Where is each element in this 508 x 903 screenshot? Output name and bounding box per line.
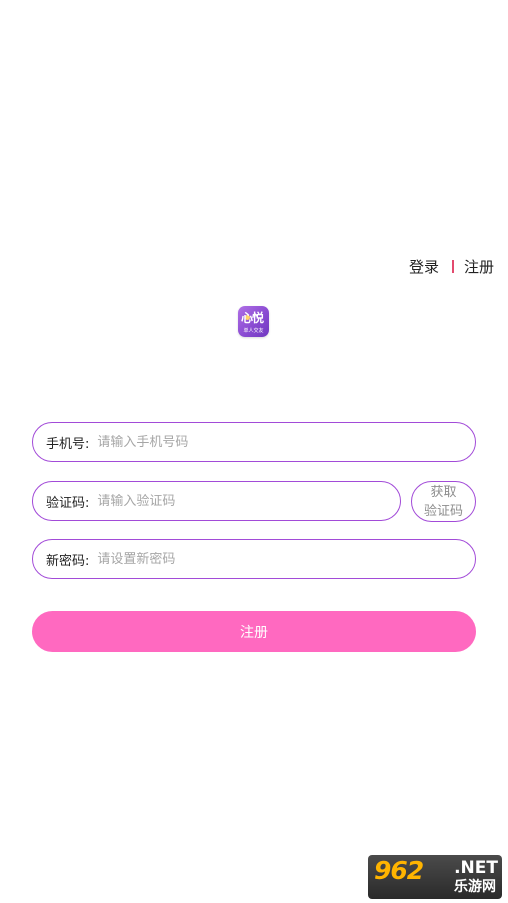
top-nav: 登录 注册 — [409, 256, 494, 277]
register-button[interactable]: 注册 — [32, 611, 476, 652]
site-watermark: 962 .NET 乐游网 — [368, 855, 502, 899]
logo-subtitle: 单人交友 — [243, 328, 264, 334]
get-code-button[interactable]: 获取 验证码 — [411, 481, 476, 522]
watermark-site-name: 乐游网 — [454, 879, 496, 895]
code-input[interactable] — [97, 493, 400, 509]
get-code-line2: 验证码 — [423, 503, 463, 519]
login-link[interactable]: 登录 — [409, 256, 439, 277]
password-label: 新密码: — [46, 553, 90, 569]
logo-title: 心悦 — [241, 311, 264, 325]
phone-field[interactable]: 手机号: — [32, 422, 476, 462]
nav-separator — [451, 260, 454, 273]
password-field[interactable]: 新密码: — [32, 539, 476, 579]
phone-input[interactable] — [97, 434, 475, 450]
phone-label: 手机号: — [46, 436, 90, 452]
get-code-line1: 获取 — [430, 484, 457, 500]
password-input[interactable] — [97, 551, 475, 567]
register-link[interactable]: 注册 — [464, 256, 494, 277]
watermark-domain: .NET — [454, 858, 498, 878]
code-label: 验证码: — [46, 495, 90, 511]
app-logo: 心悦 单人交友 — [238, 306, 269, 337]
code-field[interactable]: 验证码: — [32, 481, 401, 521]
watermark-number: 962 — [374, 856, 424, 885]
